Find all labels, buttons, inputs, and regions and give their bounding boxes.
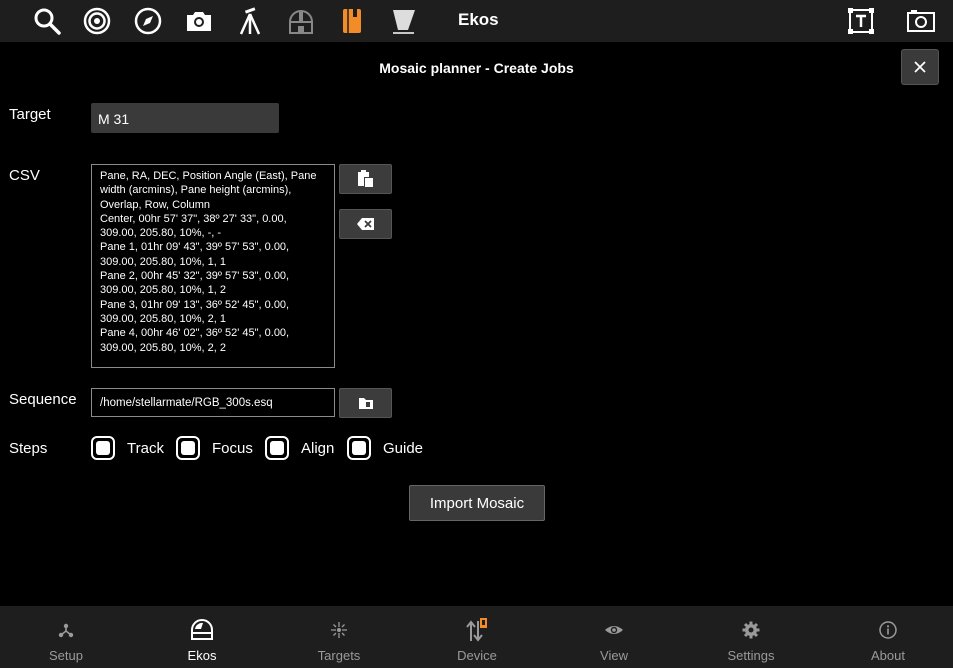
targets-icon (331, 622, 347, 638)
tripod-icon[interactable] (232, 3, 268, 39)
nav-settings[interactable]: Settings (683, 606, 819, 668)
sequence-label: Sequence (9, 391, 77, 408)
sequence-input[interactable]: /home/stellarmate/RGB_300s.esq (91, 388, 335, 417)
notebook-icon[interactable] (334, 3, 370, 39)
observatory-icon[interactable] (283, 3, 319, 39)
guide-checkbox[interactable] (347, 436, 371, 460)
align-label: Align (301, 439, 335, 457)
close-icon (914, 61, 926, 73)
steps-label: Steps (9, 440, 48, 457)
nav-about-label: About (871, 648, 905, 663)
csv-label: CSV (9, 167, 40, 184)
nav-targets-label: Targets (317, 648, 361, 663)
screenshot-icon[interactable] (903, 3, 939, 39)
nav-settings-label: Settings (727, 648, 775, 663)
target-input[interactable]: M 31 (91, 103, 279, 133)
gear-icon (742, 621, 760, 639)
target-icon[interactable] (79, 3, 115, 39)
paste-button[interactable] (339, 164, 392, 194)
dialog-title: Mosaic planner - Create Jobs (379, 60, 574, 76)
close-button[interactable] (901, 49, 939, 85)
nav-ekos[interactable]: Ekos (134, 606, 270, 668)
focus-label: Focus (212, 439, 253, 457)
info-icon (879, 621, 897, 639)
focus-checkbox[interactable] (176, 436, 200, 460)
step-guide[interactable]: Guide (347, 436, 423, 460)
nav-targets[interactable]: Targets (271, 606, 407, 668)
setup-icon (58, 623, 74, 638)
nav-about[interactable]: About (820, 606, 953, 668)
search-icon[interactable] (29, 3, 65, 39)
nav-ekos-label: Ekos (187, 648, 217, 663)
track-checkbox[interactable] (91, 436, 115, 460)
app-title: Ekos (458, 10, 499, 29)
step-align[interactable]: Align (265, 436, 334, 460)
browse-sequence-button[interactable] (339, 388, 392, 418)
track-label: Track (127, 439, 164, 457)
camera-icon[interactable] (181, 3, 217, 39)
step-track[interactable]: Track (91, 436, 164, 460)
csv-textarea[interactable]: Pane, RA, DEC, Position Angle (East), Pa… (91, 164, 335, 368)
backspace-icon (356, 218, 374, 230)
align-checkbox[interactable] (265, 436, 289, 460)
eye-icon (605, 626, 623, 634)
ekos-icon (191, 619, 213, 640)
nav-device[interactable]: Device (409, 606, 545, 668)
paste-icon (357, 170, 374, 188)
nav-view[interactable]: View (546, 606, 682, 668)
guide-label: Guide (383, 439, 424, 457)
clear-button[interactable] (339, 209, 392, 239)
folder-icon (358, 398, 373, 409)
compass-icon[interactable] (130, 3, 166, 39)
import-mosaic-button[interactable]: Import Mosaic (409, 485, 545, 521)
target-label: Target (9, 106, 51, 123)
step-focus[interactable]: Focus (176, 436, 253, 460)
bottom-navigation: Setup Ekos Targets Device View Settings … (0, 606, 953, 668)
flat-panel-icon[interactable] (385, 3, 421, 39)
nav-setup-label: Setup (49, 648, 83, 663)
top-toolbar: Ekos (0, 0, 953, 42)
nav-device-label: Device (457, 648, 497, 663)
nav-setup[interactable]: Setup (0, 606, 134, 668)
nav-view-label: View (600, 648, 628, 663)
device-icon (466, 618, 487, 642)
text-frame-icon[interactable] (843, 3, 879, 39)
